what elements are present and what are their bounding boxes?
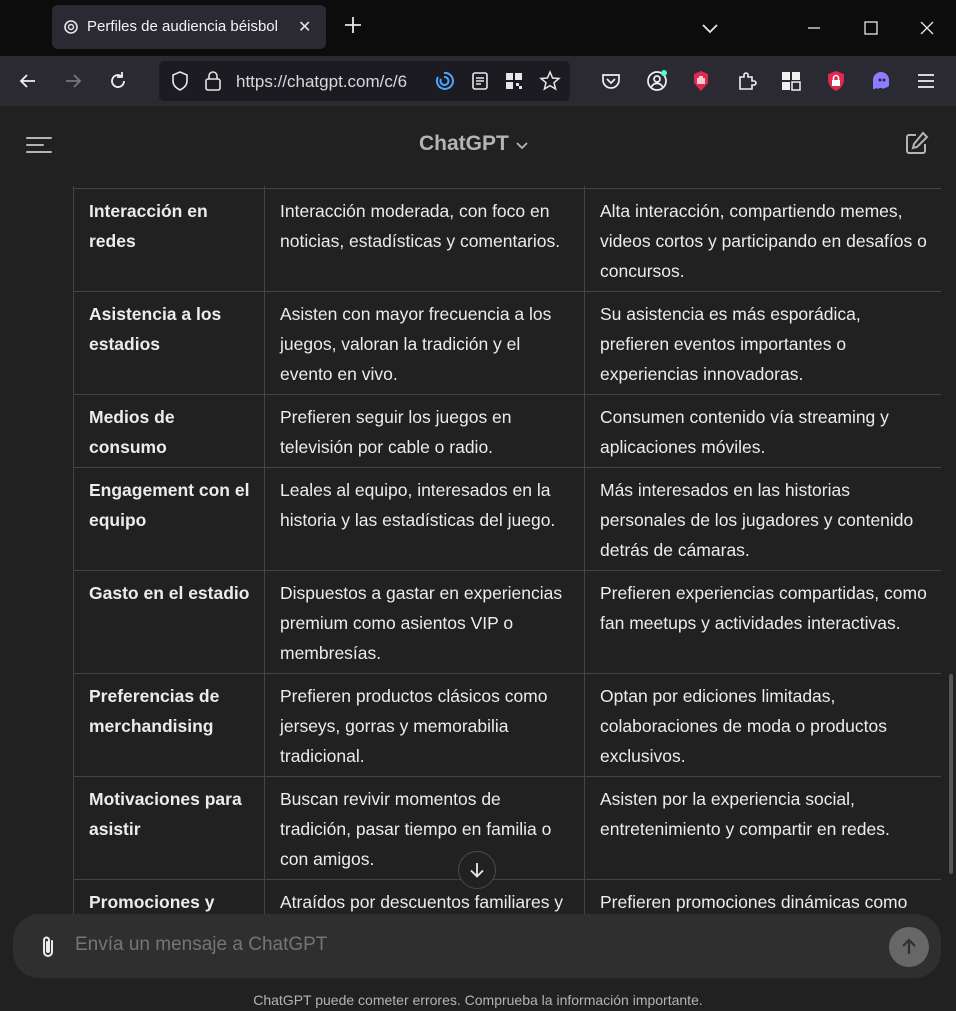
table-row: Gasto en el estadio Dispuestos a gastar … xyxy=(73,569,941,674)
table-cell: Prefieren experiencias compartidas, como… xyxy=(584,569,941,674)
table-cell: Más interesados en las historias persona… xyxy=(584,466,941,571)
table-cell: Leales al equipo, interesados en la hist… xyxy=(264,466,585,571)
bookmark-star-icon[interactable] xyxy=(539,70,561,92)
table-cell: Alta interacción, compartiendo memes, vi… xyxy=(584,187,941,292)
lock-icon[interactable] xyxy=(203,70,223,92)
menu-hamburger-icon[interactable] xyxy=(914,69,938,93)
row-attribute: Medios de consumo xyxy=(73,393,265,468)
row-attribute: Interacción en redes xyxy=(73,187,265,292)
new-tab-icon[interactable] xyxy=(342,14,364,36)
chatgpt-favicon-icon xyxy=(64,20,78,34)
row-attribute: Asistencia a los estadios xyxy=(73,290,265,395)
table-cell: Consumen contenido vía streaming y aplic… xyxy=(584,393,941,468)
table-row: Asistencia a los estadios Asisten con ma… xyxy=(73,290,941,395)
message-input[interactable] xyxy=(75,934,775,956)
arrow-up-icon xyxy=(902,938,916,954)
pocket-icon[interactable] xyxy=(599,69,623,93)
reader-view-icon[interactable] xyxy=(470,71,490,91)
paperclip-icon[interactable] xyxy=(36,934,60,960)
table-cell: Buscan revivir momentos de tradición, pa… xyxy=(264,775,585,880)
shield-icon[interactable] xyxy=(169,70,191,92)
page-scrollbar[interactable] xyxy=(949,674,953,874)
table-cell: Asisten por la experiencia social, entre… xyxy=(584,775,941,880)
arrow-down-icon xyxy=(470,863,484,878)
reload-icon[interactable] xyxy=(106,69,130,93)
comparison-table: Interacción en redes Interacción moderad… xyxy=(73,186,941,914)
table-cell: Optan por ediciones limitadas, colaborac… xyxy=(584,672,941,777)
back-icon[interactable] xyxy=(16,69,40,93)
maximize-icon[interactable] xyxy=(859,16,883,40)
new-chat-icon[interactable] xyxy=(902,130,930,158)
swirl-extension-icon[interactable] xyxy=(434,71,454,91)
model-selector[interactable]: ChatGPT xyxy=(419,132,509,156)
row-attribute: Promociones y descuentos xyxy=(73,878,265,914)
table-cell: Asisten con mayor frecuencia a los juego… xyxy=(264,290,585,395)
table-cell: Su asistencia es más esporádica, prefier… xyxy=(584,290,941,395)
privacy-shield-icon[interactable] xyxy=(824,69,848,93)
ghost-extension-icon[interactable] xyxy=(869,69,893,93)
table-cell: Interacción moderada, con foco en notici… xyxy=(264,187,585,292)
close-tab-icon[interactable]: ✕ xyxy=(298,17,311,37)
table-cell: Atraídos por descuentos familiares y ofe… xyxy=(264,878,585,914)
close-window-icon[interactable] xyxy=(915,16,939,40)
table-row: Interacción en redes Interacción moderad… xyxy=(73,187,941,292)
table-row: Medios de consumo Prefieren seguir los j… xyxy=(73,393,941,468)
table-row: Motivaciones para asistir Buscan revivir… xyxy=(73,775,941,880)
row-attribute: Engagement con el equipo xyxy=(73,466,265,571)
scroll-to-bottom-button[interactable] xyxy=(458,851,496,889)
forward-icon[interactable] xyxy=(61,69,85,93)
extensions-puzzle-icon[interactable] xyxy=(735,69,759,93)
qr-code-icon[interactable] xyxy=(504,71,524,91)
url-bar[interactable]: https://chatgpt.com/c/6 xyxy=(159,61,570,101)
table-cell: Dispuestos a gastar en experiencias prem… xyxy=(264,569,585,674)
row-attribute: Motivaciones para asistir xyxy=(73,775,265,880)
chevron-down-icon[interactable] xyxy=(514,137,530,153)
table-row: Engagement con el equipo Leales al equip… xyxy=(73,466,941,571)
ad-blocker-hand-icon[interactable] xyxy=(689,69,713,93)
table-cell: Prefieren seguir los juegos en televisió… xyxy=(264,393,585,468)
app-header: ChatGPT xyxy=(0,106,956,184)
table-cell: Prefieren promociones dinámicas como con… xyxy=(584,878,941,914)
nav-bar: https://chatgpt.com/c/6 xyxy=(0,56,956,106)
url-text[interactable]: https://chatgpt.com/c/6 xyxy=(236,72,426,92)
minimize-icon[interactable] xyxy=(802,16,826,40)
table-row: Promociones y descuentos Atraídos por de… xyxy=(73,878,941,914)
tab-title: Perfiles de audiencia béisbol xyxy=(87,18,278,35)
tab-strip: Perfiles de audiencia béisbol ✕ xyxy=(0,0,956,56)
message-composer xyxy=(13,914,941,978)
send-button[interactable] xyxy=(889,927,929,967)
browser-tab[interactable]: Perfiles de audiencia béisbol ✕ xyxy=(52,5,326,49)
disclaimer-text: ChatGPT puede cometer errores. Comprueba… xyxy=(253,992,703,1008)
row-attribute: Preferencias de merchandising xyxy=(73,672,265,777)
sidebar-toggle-icon[interactable] xyxy=(26,136,52,154)
tab-list-chevron-icon[interactable] xyxy=(698,16,722,40)
row-attribute: Gasto en el estadio xyxy=(73,569,265,674)
table-row: Preferencias de merchandising Prefieren … xyxy=(73,672,941,777)
chatgpt-app: ChatGPT Interacción en redes Interacción… xyxy=(0,106,956,1011)
account-icon[interactable] xyxy=(645,69,669,93)
apps-grid-icon[interactable] xyxy=(779,69,803,93)
table-cell: Prefieren productos clásicos como jersey… xyxy=(264,672,585,777)
